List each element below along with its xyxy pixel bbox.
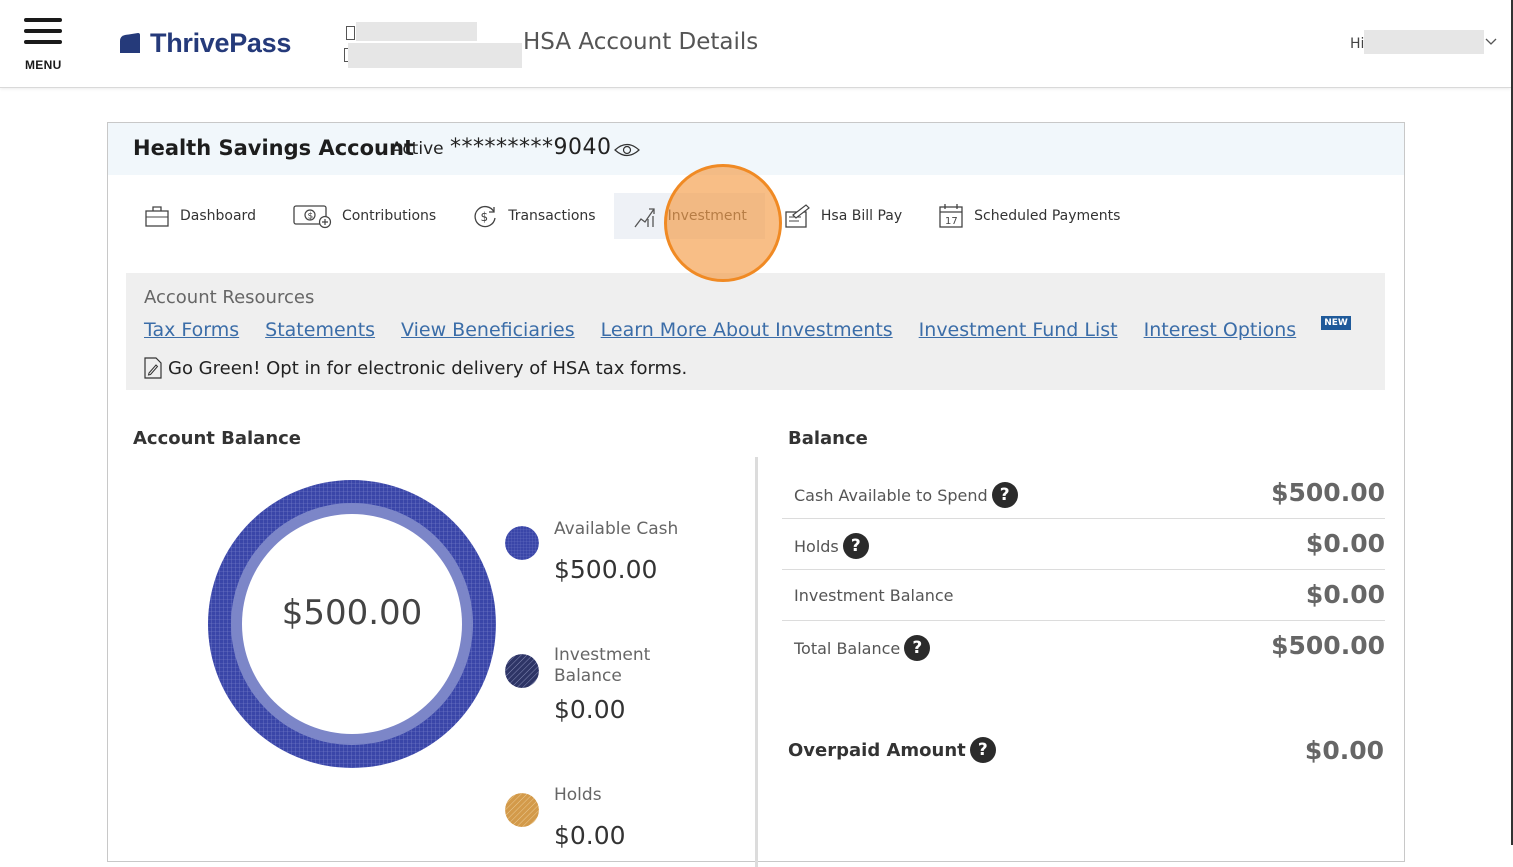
overpaid-amount: $0.00	[1304, 736, 1384, 765]
tab-scheduled-payments[interactable]: 17 Scheduled Payments	[920, 193, 1138, 239]
resources-links: Tax Forms Statements View Beneficiaries …	[144, 316, 1351, 341]
balance-row-cash: Cash Available to Spend ? $500.00	[782, 468, 1385, 519]
balance-row-label-wrap: Cash Available to Spend ?	[794, 482, 1018, 508]
help-icon[interactable]: ?	[969, 737, 996, 763]
available-cash-amount: $500.00	[554, 555, 658, 584]
tab-label: Dashboard	[180, 208, 256, 224]
balance-row-holds: Holds ? $0.00	[782, 519, 1385, 570]
resources-title: Account Resources	[144, 287, 315, 308]
calendar-day: 17	[945, 216, 958, 227]
document-pen-icon	[144, 357, 162, 379]
balance-row-label-wrap: Investment Balance	[794, 586, 954, 605]
view-beneficiaries-link[interactable]: View Beneficiaries	[401, 319, 575, 341]
statements-link[interactable]: Statements	[265, 319, 375, 341]
briefcase-icon	[145, 206, 169, 227]
account-number: *********9040	[450, 135, 612, 160]
holds-row-label: Holds	[794, 536, 839, 556]
account-balance-title: Account Balance	[133, 428, 302, 449]
logo-text: ThrivePass	[150, 27, 292, 58]
total-balance-amount: $500.00	[1271, 631, 1385, 660]
balance-title: Balance	[788, 428, 868, 449]
holds-amount: $0.00	[554, 821, 626, 850]
investment-row-label: Investment Balance	[794, 586, 954, 605]
menu-label: MENU	[25, 58, 62, 72]
available-cash-label: Available Cash	[554, 519, 679, 539]
eye-icon[interactable]	[614, 142, 640, 158]
help-icon[interactable]: ?	[904, 635, 931, 661]
chevron-down-icon[interactable]	[1485, 35, 1497, 47]
balance-row-total: Total Balance ? $500.00	[782, 621, 1385, 672]
tab-label: Contributions	[341, 208, 437, 224]
redacted-employer-info	[348, 43, 522, 68]
holds-row-amount: $0.00	[1305, 529, 1385, 558]
greeting-label: Hi	[1350, 36, 1365, 52]
balance-row-label-wrap: Holds ?	[794, 533, 869, 559]
dollar-cycle-icon: $	[474, 205, 496, 228]
tab-contributions[interactable]: $ Contributions	[274, 193, 454, 239]
hamburger-icon-bar	[24, 29, 62, 33]
money-add-icon: $	[293, 205, 332, 229]
svg-text:$: $	[481, 210, 489, 224]
page-title: HSA Account Details	[523, 29, 759, 55]
svg-text:$: $	[307, 212, 313, 222]
growth-chart-icon	[634, 208, 655, 228]
go-green-notice[interactable]: Go Green! Opt in for electronic delivery…	[144, 357, 687, 379]
hamburger-icon-bar	[24, 40, 62, 44]
available-cash-swatch	[505, 526, 539, 560]
tab-label: Scheduled Payments	[974, 208, 1121, 224]
holds-swatch	[505, 793, 539, 827]
section-divider	[755, 457, 758, 867]
donut-total: $500.00	[281, 593, 423, 633]
overpaid-label: Overpaid Amount	[788, 739, 966, 761]
investment-fund-list-link[interactable]: Investment Fund List	[919, 319, 1118, 341]
investment-balance-amount: $0.00	[554, 695, 626, 724]
account-tabs: Dashboard $ Contributions $ Transactions	[126, 193, 1138, 241]
tab-hsa-bill-pay[interactable]: Hsa Bill Pay	[765, 193, 920, 239]
cash-available-label: Cash Available to Spend	[794, 485, 988, 505]
account-name: Health Savings Account	[133, 136, 414, 160]
go-green-text: Go Green! Opt in for electronic delivery…	[168, 357, 688, 379]
bill-pay-icon	[785, 204, 810, 228]
total-balance-label: Total Balance	[794, 638, 901, 658]
tab-investment[interactable]: Investment	[613, 193, 765, 239]
hsa-account-card: Health Savings Account Active *********9…	[107, 122, 1405, 867]
account-header: Health Savings Account Active *********9…	[108, 123, 1404, 175]
cash-available-amount: $500.00	[1271, 478, 1385, 507]
menu-button[interactable]: MENU	[24, 18, 64, 74]
thrivepass-logo[interactable]: ThrivePass	[118, 26, 291, 60]
tax-forms-link[interactable]: Tax Forms	[144, 319, 239, 341]
account-status: Active	[391, 139, 444, 159]
interest-options-link[interactable]: Interest Options	[1144, 319, 1297, 341]
account-resources: Account Resources Tax Forms Statements V…	[126, 273, 1385, 390]
tab-label: Investment	[667, 208, 747, 224]
investment-balance-swatch	[505, 654, 539, 688]
help-icon[interactable]: ?	[842, 533, 869, 559]
redacted-checkbox-icon	[346, 26, 355, 40]
logo-mark-icon	[120, 33, 140, 53]
investment-row-amount: $0.00	[1305, 580, 1385, 609]
holds-label: Holds	[554, 785, 602, 805]
balance-row-label-wrap: Total Balance ?	[794, 635, 931, 661]
tab-transactions[interactable]: $ Transactions	[454, 193, 613, 239]
redacted-user-info	[356, 22, 477, 41]
redacted-username	[1364, 30, 1484, 54]
top-header: MENU ThrivePass HSA Account Details Hi	[0, 0, 1511, 88]
overpaid-row: Overpaid Amount ?	[788, 737, 996, 763]
help-icon[interactable]: ?	[991, 482, 1018, 508]
balance-row-investment: Investment Balance $0.00	[782, 570, 1385, 621]
tab-label: Hsa Bill Pay	[820, 208, 903, 224]
tab-dashboard[interactable]: Dashboard	[126, 193, 274, 239]
learn-more-investments-link[interactable]: Learn More About Investments	[601, 319, 893, 341]
hamburger-icon	[24, 18, 62, 22]
new-badge: NEW	[1321, 316, 1351, 330]
tab-label: Transactions	[508, 208, 596, 224]
calendar-icon: 17	[939, 204, 963, 228]
investment-balance-label: Investment Balance	[554, 645, 651, 686]
